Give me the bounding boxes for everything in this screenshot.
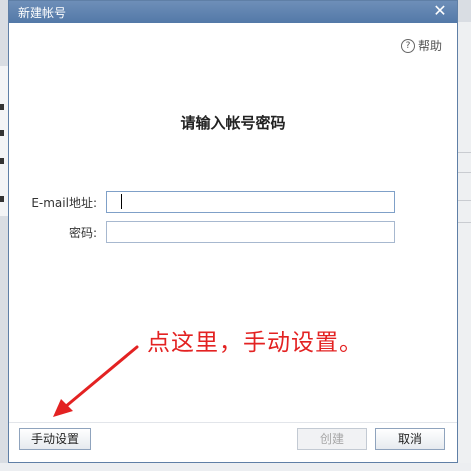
text-caret (121, 194, 122, 209)
help-button[interactable]: ? 帮助 (401, 37, 442, 54)
email-label: E-mail地址: (31, 196, 97, 210)
cancel-button[interactable]: 取消 (375, 428, 445, 450)
create-button[interactable]: 创建 (297, 428, 367, 450)
password-label: 密码: (68, 226, 97, 240)
background-app-bottom-edge (0, 463, 471, 471)
title-bar: 新建帐号 ✕ (9, 1, 457, 23)
background-app-right-edge (458, 22, 471, 471)
password-field[interactable] (106, 221, 395, 243)
footer-divider (9, 422, 457, 423)
page-heading: 请输入帐号密码 (180, 114, 286, 132)
help-icon: ? (401, 38, 415, 53)
new-account-dialog: 新建帐号 ✕ ? 帮助 请输入帐号密码 E-mail地址: 密码: 点这里，手动… (8, 0, 458, 463)
annotation-text: 点这里，手动设置。 (147, 330, 363, 356)
email-field[interactable] (106, 191, 395, 213)
manual-setup-button[interactable]: 手动设置 (19, 428, 91, 450)
dialog-title: 新建帐号 (18, 6, 67, 20)
help-label: 帮助 (418, 39, 443, 53)
close-icon[interactable]: ✕ (431, 2, 449, 20)
background-app-left-edge (0, 66, 8, 216)
